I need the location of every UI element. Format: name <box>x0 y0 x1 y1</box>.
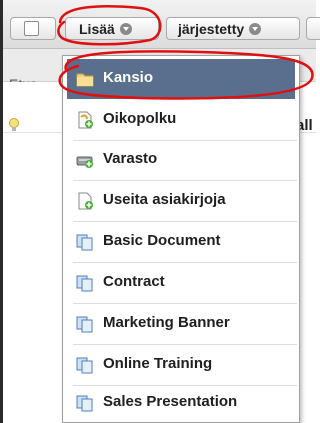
menu-item-label: Basic Document <box>103 232 221 249</box>
menu-item-label: Varasto <box>103 150 158 167</box>
menu-item-useita-asiakirjoja[interactable]: Useita asiakirjoja <box>67 181 295 221</box>
toolbar: Lisää järjestetty <box>3 0 320 49</box>
add-button[interactable]: Lisää <box>65 17 159 40</box>
add-dropdown-menu: Kansio Oikopolku Varasto Useita asiakirj… <box>62 55 300 423</box>
select-all-button[interactable] <box>10 17 56 40</box>
menu-item-label: Online Training <box>103 355 213 372</box>
menu-item-kansio[interactable]: Kansio <box>67 59 295 99</box>
menu-item-marketing-banner[interactable]: Marketing Banner <box>67 304 295 344</box>
template-document-icon <box>76 316 93 333</box>
menu-item-contract[interactable]: Contract <box>67 263 295 303</box>
menu-item-basic-document[interactable]: Basic Document <box>67 222 295 262</box>
folder-icon <box>76 73 94 87</box>
menu-item-label: Kansio <box>103 69 154 86</box>
chevron-down-icon <box>119 22 132 35</box>
menu-item-label: Contract <box>103 273 165 290</box>
lightbulb-icon <box>9 118 19 131</box>
menu-item-sales-presentation[interactable]: Sales Presentation <box>67 383 295 423</box>
menu-item-online-training[interactable]: Online Training <box>67 345 295 385</box>
menu-item-label: Sales Presentation <box>103 393 238 410</box>
select-all-checkbox[interactable] <box>24 21 39 36</box>
menu-item-label: Useita asiakirjoja <box>103 191 226 208</box>
template-document-icon <box>76 234 93 251</box>
sort-button[interactable]: järjestetty <box>166 17 300 40</box>
menu-item-oikopolku[interactable]: Oikopolku <box>67 100 295 140</box>
storage-icon <box>76 156 93 168</box>
add-button-label: Lisää <box>79 20 115 37</box>
multiple-documents-icon <box>78 192 93 210</box>
menu-item-label: Marketing Banner <box>103 314 230 331</box>
template-document-icon <box>76 357 93 374</box>
sort-button-label: järjestetty <box>178 20 245 37</box>
template-document-icon <box>76 395 93 412</box>
menu-item-varasto[interactable]: Varasto <box>67 140 295 180</box>
more-button[interactable] <box>306 17 320 40</box>
shortcut-icon <box>78 111 93 129</box>
menu-item-label: Oikopolku <box>103 110 177 127</box>
template-document-icon <box>76 275 93 292</box>
chevron-down-icon <box>249 22 262 35</box>
